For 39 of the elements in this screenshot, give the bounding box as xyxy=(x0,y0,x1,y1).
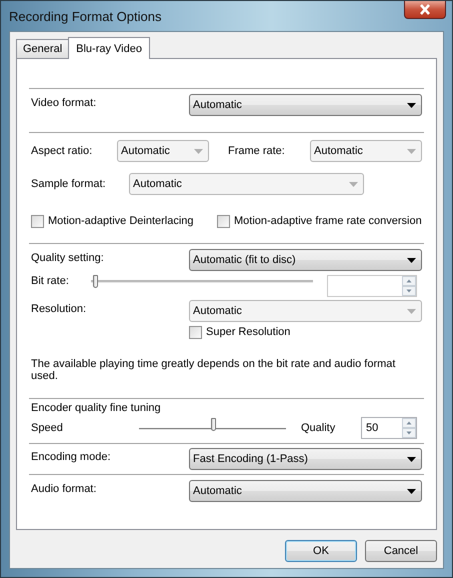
dropdown[interactable]: Automatic xyxy=(189,480,422,502)
caret-icon xyxy=(407,308,416,314)
field-label: Video format: xyxy=(31,96,98,109)
close-button[interactable] xyxy=(404,1,446,19)
checkbox[interactable]: Super Resolution xyxy=(189,326,290,338)
info-text: The available playing time greatly depends on the bit rate and audio format used. xyxy=(31,358,396,384)
field-label: Frame rate: xyxy=(228,145,286,157)
spin-arrows-icon xyxy=(402,276,416,296)
dialog-button[interactable]: OK xyxy=(285,540,357,562)
caret-icon xyxy=(407,456,416,462)
caret-icon xyxy=(349,182,358,186)
field-label: Audio format: xyxy=(31,482,98,495)
dialog-button[interactable]: Cancel xyxy=(365,540,437,562)
checkbox[interactable]: Motion-adaptive Deinterlacing xyxy=(31,214,217,228)
field-label: Resolution: xyxy=(31,302,88,315)
caret-icon xyxy=(407,488,416,494)
spin-field[interactable]: 50 xyxy=(361,417,417,439)
caret-icon xyxy=(407,148,416,154)
caret-icon xyxy=(407,258,416,262)
dropdown[interactable]: Automatic xyxy=(189,94,422,116)
window-title: Recording Format Options xyxy=(9,8,162,24)
section-title: Encoder quality fine tuning xyxy=(31,402,162,416)
checkbox[interactable]: Motion-adaptive frame rate conversion xyxy=(217,214,422,228)
spin-arrows-icon xyxy=(402,418,416,438)
dropdown[interactable]: Fast Encoding (1-Pass) xyxy=(189,448,422,470)
tab[interactable]: Blu-ray Video xyxy=(68,37,150,59)
slider-label: Speed xyxy=(31,422,64,434)
caret-icon xyxy=(407,102,416,108)
caret-icon xyxy=(194,148,203,154)
spin-field[interactable] xyxy=(327,275,417,297)
slider-label: Quality xyxy=(301,422,336,434)
field-label: Encoding mode: xyxy=(31,450,112,463)
dropdown[interactable]: Automatic (fit to disc) xyxy=(189,249,422,271)
tab[interactable]: General xyxy=(16,39,70,58)
field-label: Quality setting: xyxy=(31,251,105,264)
field-label: Aspect ratio: xyxy=(31,145,94,157)
field-label: Bit rate: xyxy=(31,275,70,287)
field-label: Sample format: xyxy=(31,178,107,190)
close-icon xyxy=(419,4,431,15)
